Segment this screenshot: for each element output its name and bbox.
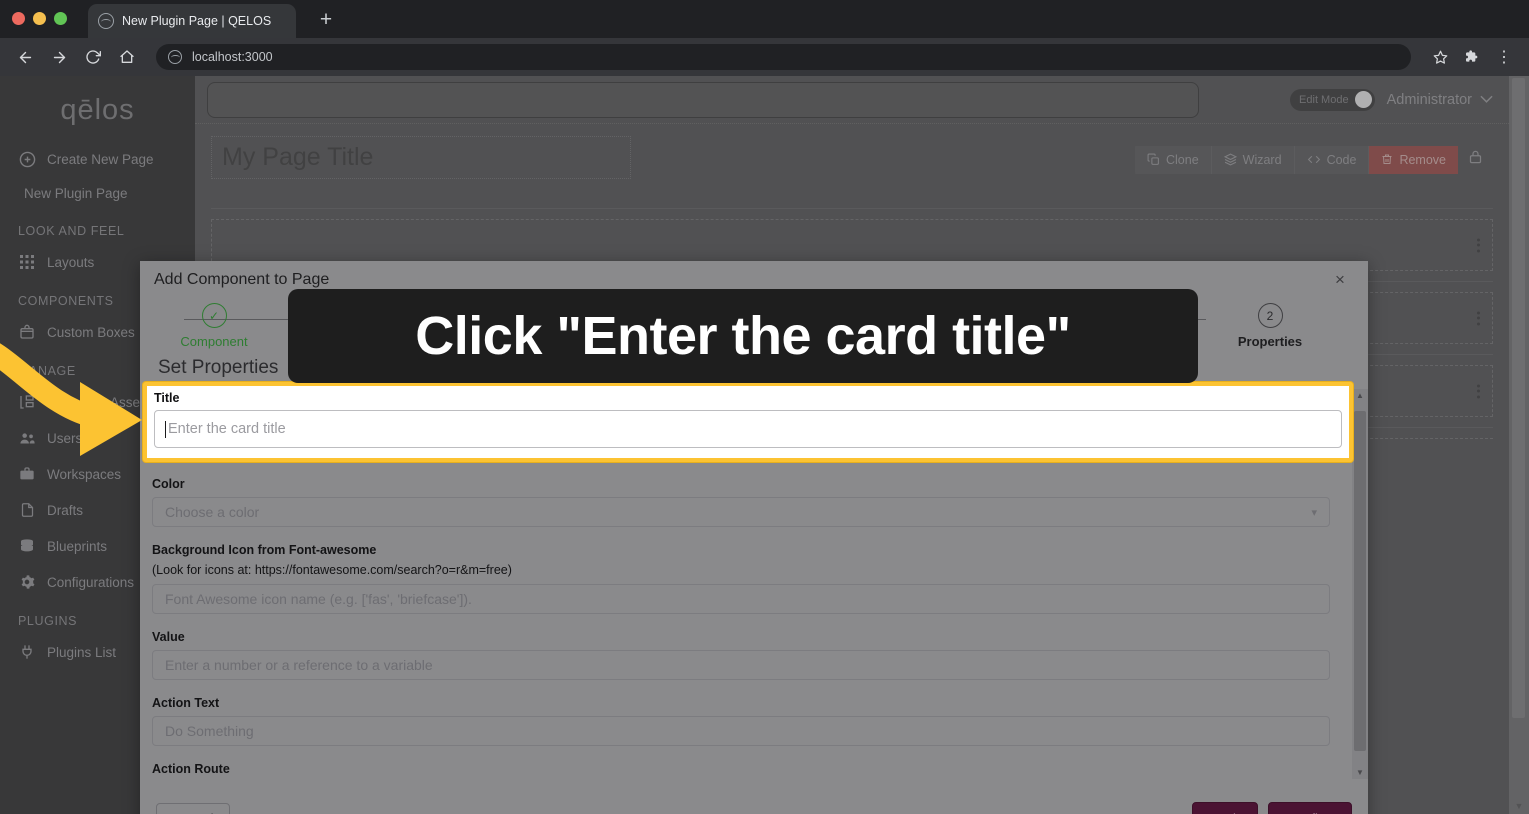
background-icon-placeholder: Font Awesome icon name (e.g. ['fas', 'br… <box>165 591 472 607</box>
color-placeholder: Choose a color <box>165 504 260 520</box>
field-label: Value <box>152 630 185 644</box>
back-icon[interactable] <box>10 42 40 72</box>
forward-icon[interactable] <box>44 42 74 72</box>
tab-title: New Plugin Page | QELOS <box>122 14 272 28</box>
value-input[interactable]: Enter a number or a reference to a varia… <box>152 650 1330 680</box>
browser-chrome: New Plugin Page | QELOS + localhost:3000 <box>0 0 1529 76</box>
globe-icon <box>98 13 114 29</box>
title-placeholder: Enter the card title <box>168 421 286 437</box>
section-title: Set Properties <box>158 357 279 378</box>
reload-icon[interactable] <box>78 42 108 72</box>
window-controls[interactable] <box>12 12 67 25</box>
action-text-placeholder: Do Something <box>165 723 254 739</box>
extensions-icon[interactable] <box>1457 42 1487 72</box>
title-field-group: Title Enter the card title <box>147 386 1349 458</box>
modal-footer: Cancel Back Confirm <box>140 785 1368 814</box>
screenshot-root: New Plugin Page | QELOS + localhost:3000 <box>0 0 1529 814</box>
url-text: localhost:3000 <box>192 50 273 64</box>
background-icon-input[interactable]: Font Awesome icon name (e.g. ['fas', 'br… <box>152 584 1330 614</box>
instruction-callout: Click "Enter the card title" <box>288 289 1198 383</box>
field-action-route: Action Route <box>152 762 1330 779</box>
footer-primary-actions: Back Confirm <box>1191 801 1352 814</box>
scroll-down-arrow-icon[interactable]: ▼ <box>1352 768 1368 777</box>
browser-tab[interactable]: New Plugin Page | QELOS <box>88 4 296 38</box>
address-bar[interactable]: localhost:3000 <box>156 44 1411 70</box>
close-window-button[interactable] <box>12 12 25 25</box>
step-properties[interactable]: 2 Properties <box>1210 303 1330 349</box>
form-scrollbar-thumb[interactable] <box>1354 411 1366 751</box>
form-scrollbar[interactable]: ▲ ▼ <box>1352 389 1368 779</box>
toolbar-actions: ⋮ <box>1425 42 1519 72</box>
value-placeholder: Enter a number or a reference to a varia… <box>165 657 433 673</box>
browser-menu-icon[interactable]: ⋮ <box>1489 42 1519 72</box>
step-number: 2 <box>1257 303 1283 328</box>
field-label: Action Text <box>152 696 220 710</box>
title-field-highlight: Title Enter the card title <box>143 382 1353 462</box>
scroll-up-arrow-icon[interactable]: ▲ <box>1352 391 1368 400</box>
field-label: Action Route <box>152 762 230 776</box>
field-label: Color <box>152 477 185 491</box>
home-icon[interactable] <box>112 42 142 72</box>
color-select[interactable]: Choose a color ▾ <box>152 497 1330 527</box>
browser-toolbar: localhost:3000 ⋮ <box>0 38 1529 76</box>
action-text-input[interactable]: Do Something <box>152 716 1330 746</box>
close-icon[interactable]: × <box>1330 271 1350 291</box>
title-field-label: Title <box>154 391 180 405</box>
annotation-arrow-icon <box>0 343 142 456</box>
app-viewport: Edit Mode Administrator My Page Title Cl… <box>0 76 1529 814</box>
field-label: Background Icon from Font-awesome <box>152 543 377 557</box>
field-color: Color Choose a color ▾ <box>152 477 1330 527</box>
new-tab-button[interactable]: + <box>312 7 340 35</box>
cancel-button[interactable]: Cancel <box>156 802 231 814</box>
callout-text: Click "Enter the card title" <box>415 306 1071 366</box>
field-value: Value Enter a number or a reference to a… <box>152 630 1330 680</box>
confirm-button[interactable]: Confirm <box>1268 801 1352 814</box>
field-background-icon: Background Icon from Font-awesome (Look … <box>152 543 1330 614</box>
field-hint: (Look for icons at: https://fontawesome.… <box>152 563 512 577</box>
step-label: Component <box>180 334 248 349</box>
title-input[interactable]: Enter the card title <box>154 410 1342 448</box>
step-label: Properties <box>1237 334 1303 349</box>
step-check-icon: ✓ <box>201 303 227 328</box>
field-action-text: Action Text Do Something <box>152 696 1330 746</box>
back-button[interactable]: Back <box>1191 801 1259 814</box>
bookmark-star-icon[interactable] <box>1425 42 1455 72</box>
step-component[interactable]: ✓ Component <box>154 303 274 349</box>
tab-strip: New Plugin Page | QELOS + <box>0 0 1529 38</box>
modal-title: Add Component to Page <box>154 271 330 288</box>
minimize-window-button[interactable] <box>33 12 46 25</box>
globe-icon <box>168 50 182 64</box>
maximize-window-button[interactable] <box>54 12 67 25</box>
chevron-down-icon: ▾ <box>1311 506 1317 519</box>
